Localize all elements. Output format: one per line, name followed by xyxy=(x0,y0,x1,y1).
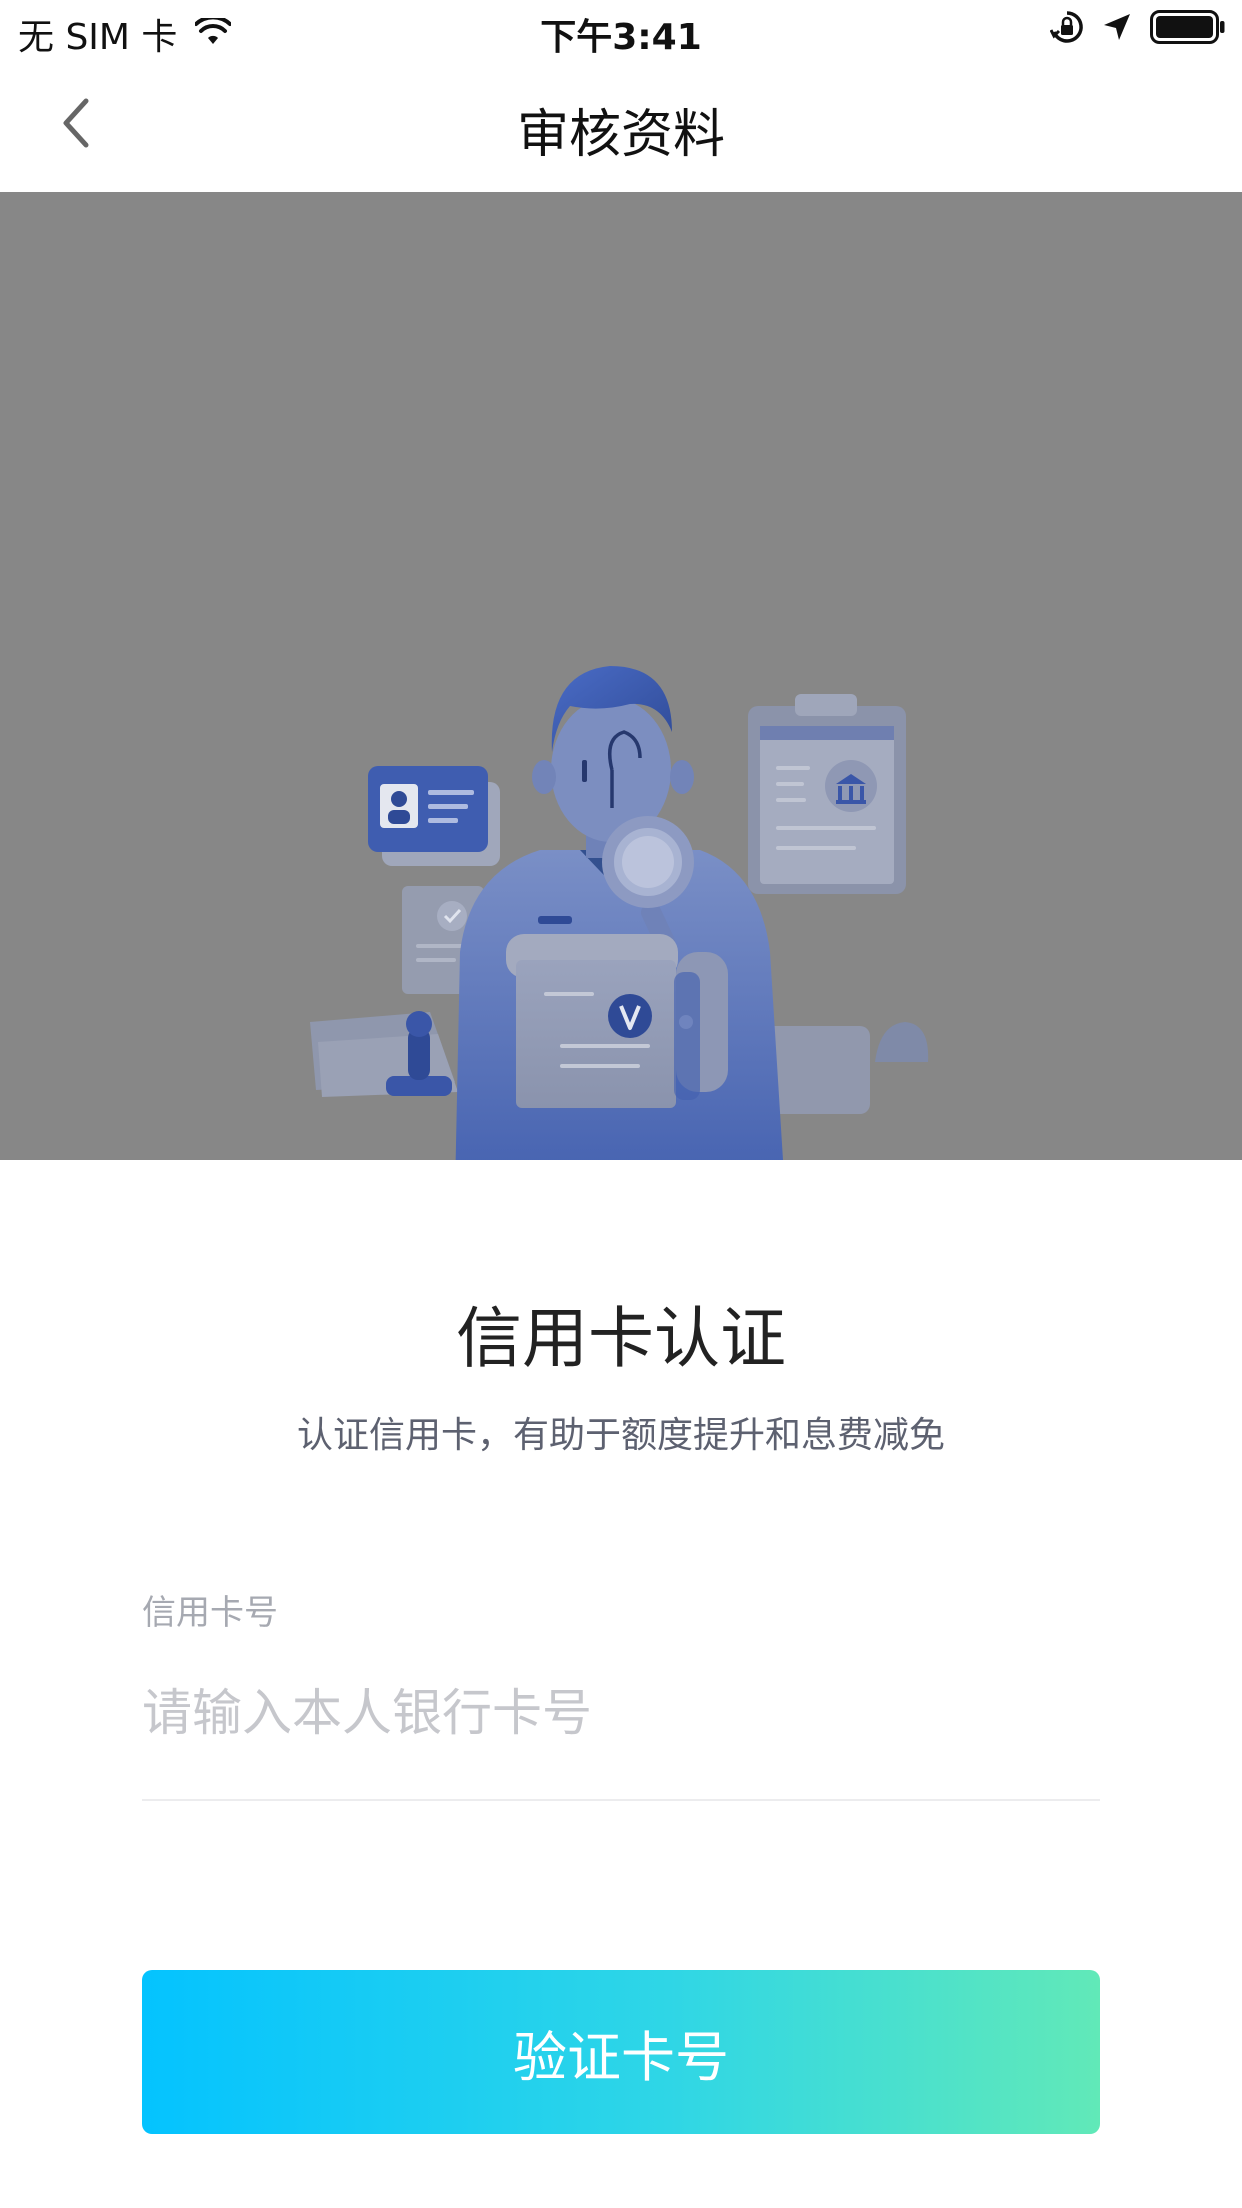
verify-card-button-label: 验证卡号 xyxy=(513,2025,729,2089)
battery-icon xyxy=(1150,10,1226,48)
location-arrow-icon xyxy=(1102,12,1132,46)
section-subtitle: 认证信用卡，有助于额度提升和息费减免 xyxy=(296,1415,945,1456)
verify-card-button[interactable]: 验证卡号 xyxy=(142,1970,1100,2134)
status-bar: 无 SIM 卡 下午3:41 xyxy=(0,0,1242,62)
page-title: 审核资料 xyxy=(516,105,725,165)
card-number-label: 信用卡号 xyxy=(142,1593,278,1633)
card-number-input[interactable] xyxy=(142,1670,1100,1756)
card-number-divider xyxy=(142,1799,1100,1801)
nav-bar: 审核资料 xyxy=(0,62,1242,192)
orientation-lock-icon xyxy=(1049,10,1084,48)
status-right xyxy=(1032,10,1226,48)
credit-verification-illustration xyxy=(310,666,929,1160)
section-title: 信用卡认证 xyxy=(456,1300,786,1377)
hero-banner xyxy=(0,192,1242,1160)
